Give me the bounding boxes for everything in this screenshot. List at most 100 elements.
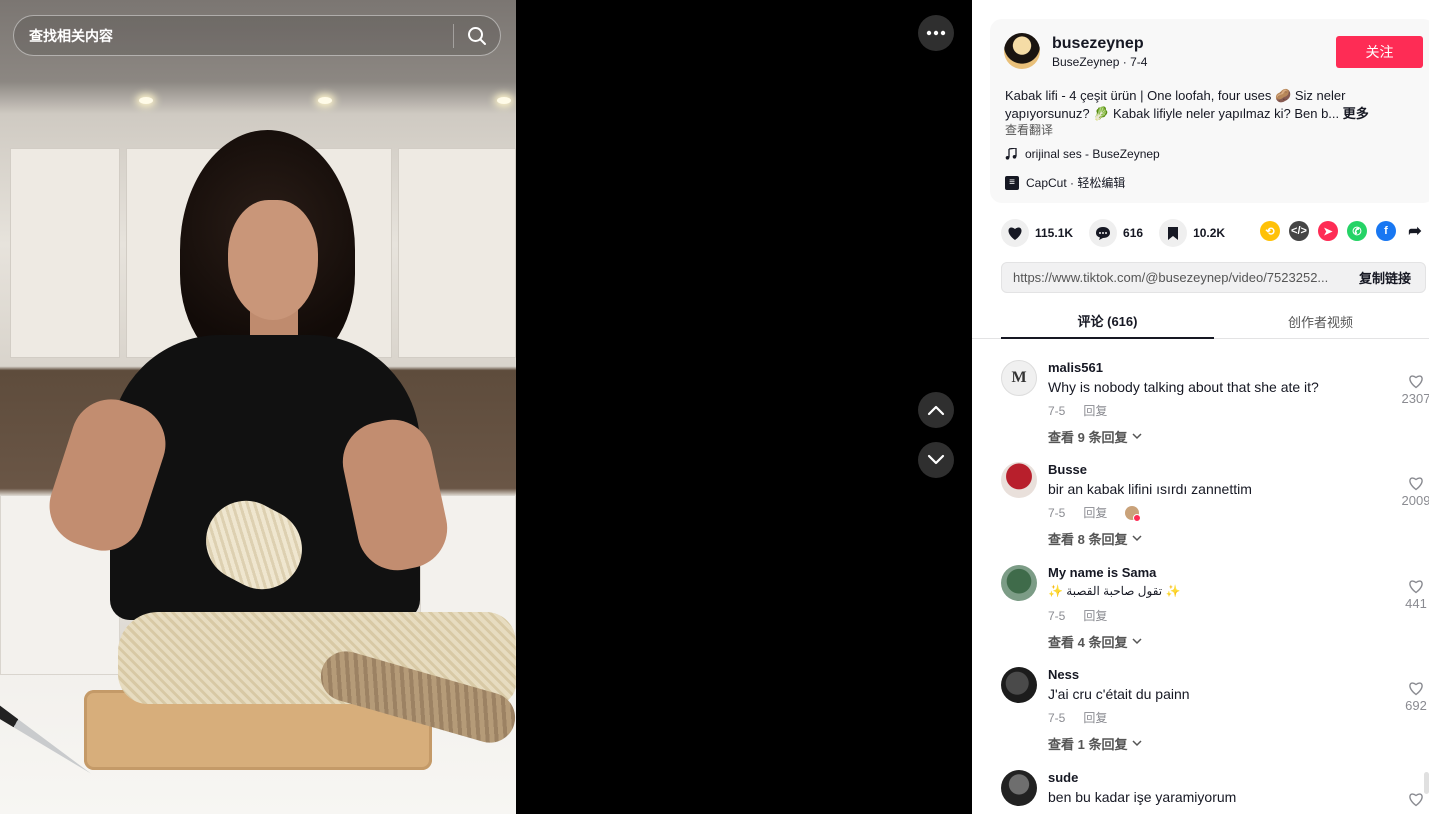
comment-like-count: 2009 — [1401, 493, 1429, 508]
reply-button[interactable]: 回复 — [1083, 709, 1107, 726]
comment-like[interactable]: 692 — [1401, 681, 1429, 713]
commenter-avatar[interactable]: M — [1001, 360, 1037, 396]
comment-date: 7-5 — [1048, 608, 1066, 623]
commenter-name[interactable]: sude — [1048, 770, 1078, 785]
heart-outline-icon — [1409, 477, 1423, 491]
comment-text: bir an kabak lifini ısırdı zannettim — [1048, 481, 1252, 497]
meta-separator: · — [1122, 55, 1131, 69]
ceiling-light — [139, 97, 153, 104]
more-dots-icon — [926, 30, 946, 36]
heart-outline-icon — [1409, 375, 1423, 389]
comment-text: Why is nobody talking about that she ate… — [1048, 379, 1319, 395]
comment-like[interactable] — [1401, 792, 1429, 807]
view-replies-button[interactable]: 查看 8 条回复 — [1048, 529, 1142, 548]
commenter-avatar[interactable] — [1001, 667, 1037, 703]
heart-outline-icon — [1409, 793, 1423, 807]
commenter-name[interactable]: malis561 — [1048, 360, 1103, 375]
comment-date: 7-5 — [1048, 403, 1066, 418]
chevron-down-icon — [1132, 535, 1142, 542]
comment-like[interactable]: 2307 — [1401, 374, 1429, 406]
author-avatar[interactable] — [1004, 33, 1040, 69]
comment-action[interactable]: 616 — [1089, 219, 1143, 247]
music-note-icon — [1005, 148, 1017, 160]
previous-video-button[interactable] — [918, 392, 954, 428]
comment-date: 7-5 — [1048, 505, 1066, 520]
capcut-icon: ≡ — [1005, 175, 1019, 190]
commenter-name[interactable]: Busse — [1048, 462, 1087, 477]
comment-like[interactable]: 2009 — [1401, 476, 1429, 508]
translate-link[interactable]: 查看翻译 — [1005, 121, 1053, 138]
kitchen-cabinet — [10, 148, 120, 358]
commenter-avatar[interactable] — [1001, 565, 1037, 601]
comment-meta: 7-5 回复 — [1048, 709, 1107, 726]
reply-button[interactable]: 回复 — [1083, 402, 1107, 419]
comment-like[interactable]: 441 — [1401, 579, 1429, 611]
author-username[interactable]: busezeynep — [1052, 35, 1144, 53]
video-player[interactable]: 查找相关内容 — [0, 0, 516, 814]
music-title: orijinal ses - BuseZeynep — [1025, 147, 1160, 161]
send-icon[interactable]: ➤ — [1318, 221, 1338, 241]
search-button[interactable] — [454, 16, 500, 55]
ceiling-light — [318, 97, 332, 104]
author-meta: BuseZeynep · 7-4 — [1052, 55, 1147, 69]
share-buttons: ⟲ </> ➤ ✆ f ➦ — [1260, 221, 1425, 241]
comment-text: ✨ تقول صاحبة القصبة ✨ — [1048, 584, 1181, 598]
action-bar: 115.1K 616 10.2K — [1001, 219, 1241, 247]
kitchen-cabinet — [398, 148, 516, 358]
view-replies-label: 查看 1 条回复 — [1048, 737, 1128, 752]
comment-meta: 7-5 回复 — [1048, 607, 1107, 624]
share-arrow-icon[interactable]: ➦ — [1405, 221, 1425, 241]
comment-count: 616 — [1123, 226, 1144, 240]
commenter-avatar[interactable] — [1001, 462, 1037, 498]
commenter-avatar[interactable] — [1001, 770, 1037, 806]
capcut-link[interactable]: ≡ CapCut · 轻松编辑 — [1005, 174, 1125, 191]
comment-like-count: 692 — [1405, 698, 1427, 713]
video-info-card: busezeynep BuseZeynep · 7-4 关注 Kabak lif… — [990, 19, 1429, 203]
view-replies-button[interactable]: 查看 9 条回复 — [1048, 427, 1142, 446]
save-action[interactable]: 10.2K — [1159, 219, 1225, 247]
video-description: Kabak lifi - 4 çeşit ürün | One loofah, … — [1005, 87, 1420, 123]
follow-button[interactable]: 关注 — [1336, 36, 1423, 68]
next-video-button[interactable] — [918, 442, 954, 478]
bookmark-icon — [1159, 219, 1188, 247]
view-replies-label: 查看 9 条回复 — [1048, 430, 1128, 445]
whatsapp-icon[interactable]: ✆ — [1347, 221, 1367, 241]
video-link-box: https://www.tiktok.com/@busezeynep/video… — [1001, 262, 1426, 293]
comment-meta: 7-5 回复 — [1048, 402, 1107, 419]
commenter-name[interactable]: Ness — [1048, 667, 1079, 682]
music-link[interactable]: orijinal ses - BuseZeynep — [1005, 147, 1160, 161]
tab-creator-videos[interactable]: 创作者视频 — [1214, 303, 1427, 339]
search-input[interactable]: 查找相关内容 — [14, 26, 453, 46]
reply-button[interactable]: 回复 — [1083, 504, 1107, 521]
side-panel: busezeynep BuseZeynep · 7-4 关注 Kabak lif… — [972, 0, 1429, 814]
author-display-name: BuseZeynep — [1052, 55, 1120, 69]
scrollbar-thumb[interactable] — [1424, 772, 1429, 794]
comment-date: 7-5 — [1048, 710, 1066, 725]
chevron-down-icon — [1132, 740, 1142, 747]
more-link[interactable]: 更多 — [1343, 106, 1369, 121]
like-action[interactable]: 115.1K — [1001, 219, 1073, 247]
copy-link-button[interactable]: 复制链接 — [1345, 268, 1425, 287]
search-bar[interactable]: 查找相关内容 — [13, 15, 501, 56]
tab-comments[interactable]: 评论 (616) — [1001, 303, 1214, 339]
chevron-down-icon — [927, 454, 945, 465]
view-replies-label: 查看 4 条回复 — [1048, 635, 1128, 650]
panel-tabs: 评论 (616) 创作者视频 — [972, 303, 1429, 339]
comment-like-count: 441 — [1405, 596, 1427, 611]
comment-text: ben bu kadar işe yaramiyorum — [1048, 789, 1237, 805]
commenter-name[interactable]: My name is Sama — [1048, 565, 1156, 580]
more-options-button[interactable] — [918, 15, 954, 51]
save-count: 10.2K — [1193, 226, 1226, 240]
facebook-icon[interactable]: f — [1376, 221, 1396, 241]
comment-icon — [1089, 219, 1118, 247]
description-text: Kabak lifi - 4 çeşit ürün | One loofah, … — [1005, 88, 1346, 121]
repost-icon[interactable]: ⟲ — [1260, 221, 1280, 241]
embed-icon[interactable]: </> — [1289, 221, 1309, 241]
video-link[interactable]: https://www.tiktok.com/@busezeynep/video… — [1002, 270, 1345, 285]
chevron-up-icon — [927, 405, 945, 416]
tiktok-video-page: 查找相关内容 busezeynep BuseZeynep · 7-4 关注 Ka… — [0, 0, 1429, 814]
view-replies-button[interactable]: 查看 1 条回复 — [1048, 734, 1142, 753]
view-replies-button[interactable]: 查看 4 条回复 — [1048, 632, 1142, 651]
reply-button[interactable]: 回复 — [1083, 607, 1107, 624]
comment-like-count: 2307 — [1401, 391, 1429, 406]
